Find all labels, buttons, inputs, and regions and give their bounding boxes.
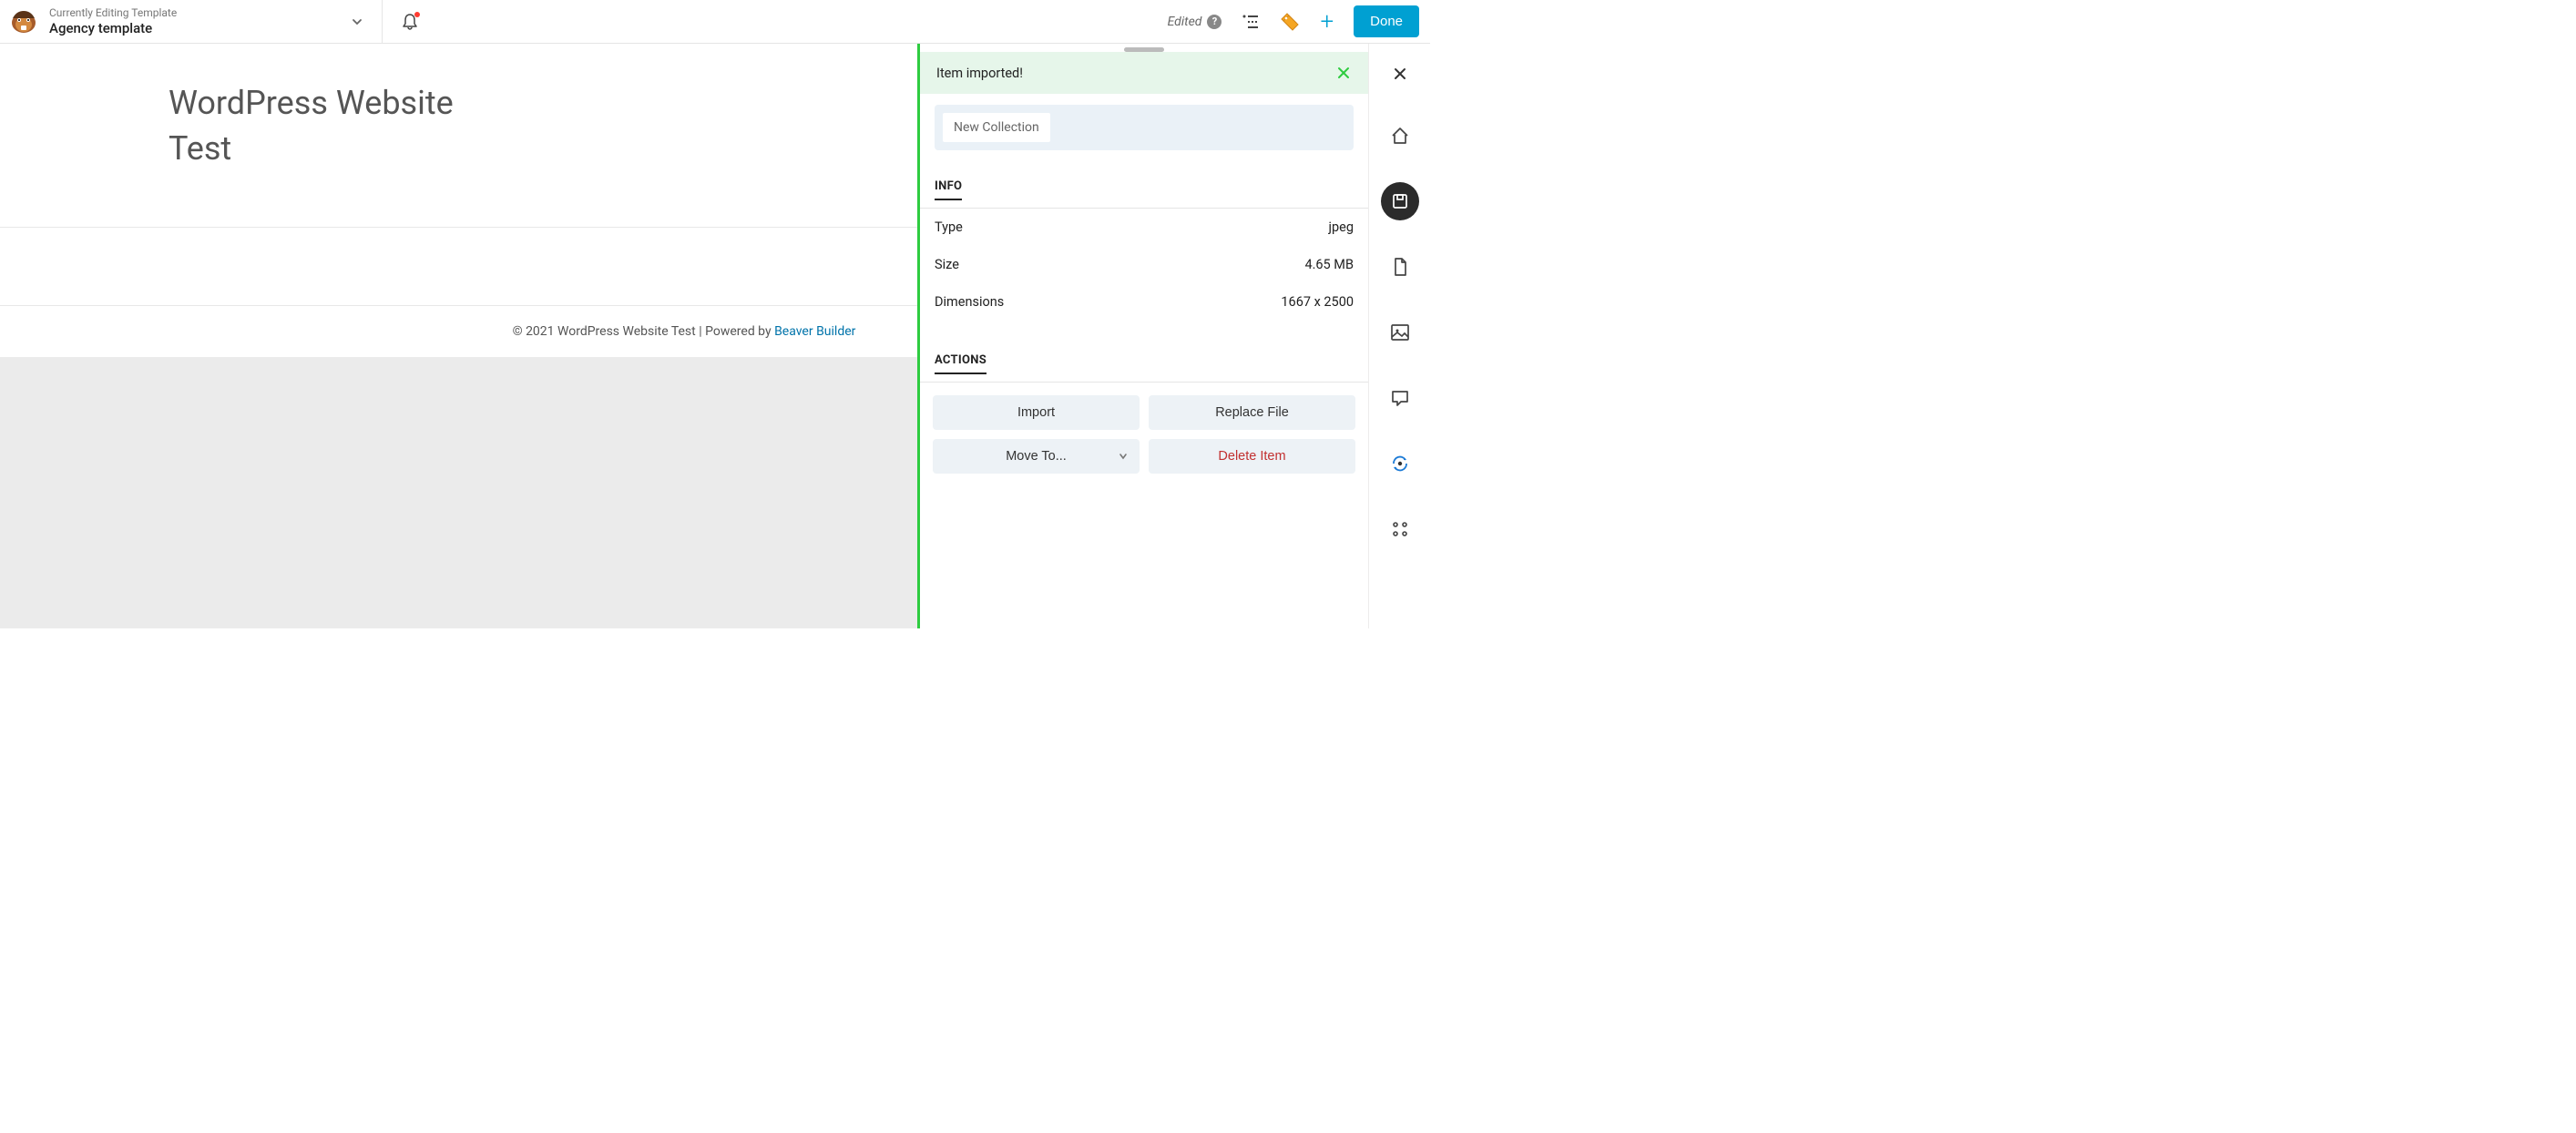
- rail-sync-icon[interactable]: [1381, 444, 1419, 483]
- edited-status: Edited ?: [1168, 15, 1222, 29]
- add-button[interactable]: +: [1320, 8, 1334, 36]
- close-panel-icon[interactable]: [1392, 66, 1408, 82]
- done-button[interactable]: Done: [1354, 5, 1419, 37]
- template-selector[interactable]: Currently Editing Template Agency templa…: [0, 0, 383, 43]
- success-message: Item imported!: [936, 66, 1023, 81]
- collection-field[interactable]: New Collection: [935, 105, 1354, 150]
- replace-file-button[interactable]: Replace File: [1149, 395, 1355, 430]
- move-to-button[interactable]: Move To...: [933, 439, 1140, 474]
- import-button[interactable]: Import: [933, 395, 1140, 430]
- actions-section-header: ACTIONS: [920, 335, 1368, 383]
- info-row-dimensions: Dimensions1667 x 2500: [920, 283, 1368, 321]
- beaver-logo-icon: [9, 7, 38, 36]
- close-banner-icon[interactable]: [1335, 65, 1352, 81]
- chevron-down-icon[interactable]: [351, 15, 363, 28]
- rail-document-icon[interactable]: [1381, 248, 1419, 286]
- editing-label: Currently Editing Template: [49, 6, 177, 19]
- chevron-down-icon: [1118, 451, 1129, 462]
- template-name: Agency template: [49, 20, 177, 36]
- rail-image-icon[interactable]: [1381, 313, 1419, 352]
- rail-save-icon[interactable]: [1381, 182, 1419, 220]
- footer-link[interactable]: Beaver Builder: [774, 324, 855, 339]
- top-toolbar: Currently Editing Template Agency templa…: [0, 0, 1430, 44]
- rail-apps-icon[interactable]: [1381, 510, 1419, 548]
- success-banner: Item imported!: [920, 52, 1368, 94]
- help-icon[interactable]: ?: [1207, 15, 1222, 29]
- info-row-size: Size4.65 MB: [920, 246, 1368, 283]
- info-panel: Item imported! New Collection INFO Typej…: [917, 44, 1368, 628]
- delete-item-button[interactable]: Delete Item: [1149, 439, 1355, 474]
- notification-dot-icon: [414, 12, 420, 17]
- rail-home-icon[interactable]: [1381, 117, 1419, 155]
- side-rail: [1368, 44, 1430, 628]
- collection-chip[interactable]: New Collection: [943, 113, 1050, 142]
- rail-comment-icon[interactable]: [1381, 379, 1419, 417]
- outline-icon[interactable]: [1242, 14, 1260, 30]
- info-row-type: Typejpeg: [920, 209, 1368, 246]
- tag-icon[interactable]: [1280, 12, 1300, 32]
- info-section-header: INFO: [920, 161, 1368, 209]
- notifications-button[interactable]: [401, 13, 419, 31]
